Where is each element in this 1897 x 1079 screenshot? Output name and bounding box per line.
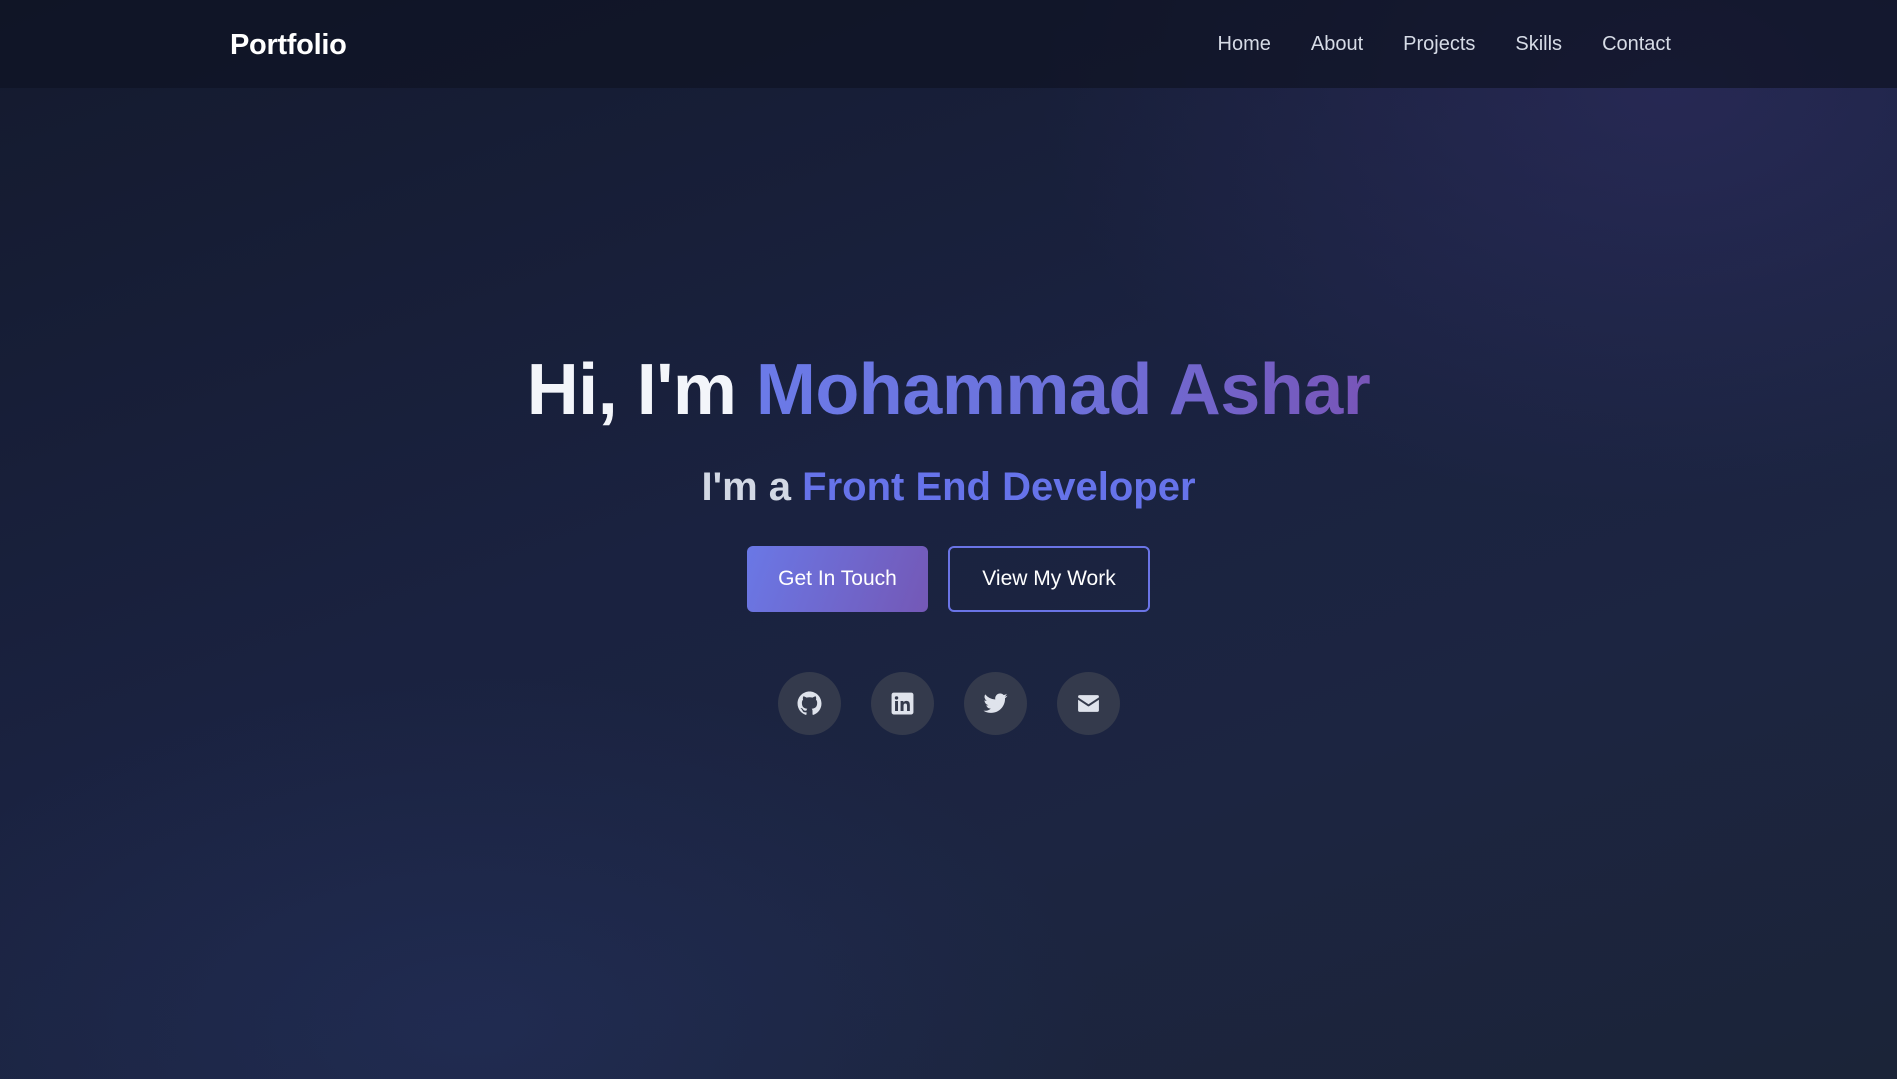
github-link[interactable] xyxy=(777,672,841,735)
hero-role: Front End Developer xyxy=(802,465,1196,509)
hero-section: Hi, I'm Mohammad Ashar I'm a Front End D… xyxy=(0,340,1897,735)
email-link[interactable] xyxy=(1056,672,1120,735)
hero-title-prefix: Hi, I'm xyxy=(526,350,756,430)
hero-subtitle: I'm a Front End Developer xyxy=(701,462,1195,512)
get-in-touch-button[interactable]: Get In Touch xyxy=(747,546,928,612)
twitter-link[interactable] xyxy=(963,672,1027,735)
linkedin-icon xyxy=(891,692,913,715)
nav-link-skills[interactable]: Skills xyxy=(1515,33,1562,56)
navbar: Portfolio Home About Projects Skills Con… xyxy=(0,0,1897,88)
cta-buttons: Get In Touch View My Work xyxy=(747,546,1150,612)
nav-link-contact[interactable]: Contact xyxy=(1602,33,1671,56)
hero-subtitle-prefix: I'm a xyxy=(701,465,803,509)
nav-link-home[interactable]: Home xyxy=(1218,33,1271,56)
hero-title: Hi, I'm Mohammad Ashar xyxy=(527,340,1371,440)
nav-links: Home About Projects Skills Contact xyxy=(1218,33,1671,56)
hero-name: Mohammad Ashar xyxy=(755,350,1371,430)
logo[interactable]: Portfolio xyxy=(230,29,347,62)
twitter-icon xyxy=(983,693,1007,713)
envelope-icon xyxy=(1077,695,1099,712)
view-my-work-button[interactable]: View My Work xyxy=(948,546,1150,612)
nav-link-projects[interactable]: Projects xyxy=(1403,33,1475,56)
social-links xyxy=(777,672,1120,735)
github-icon xyxy=(797,691,821,715)
linkedin-link[interactable] xyxy=(870,672,934,735)
nav-link-about[interactable]: About xyxy=(1311,33,1363,56)
